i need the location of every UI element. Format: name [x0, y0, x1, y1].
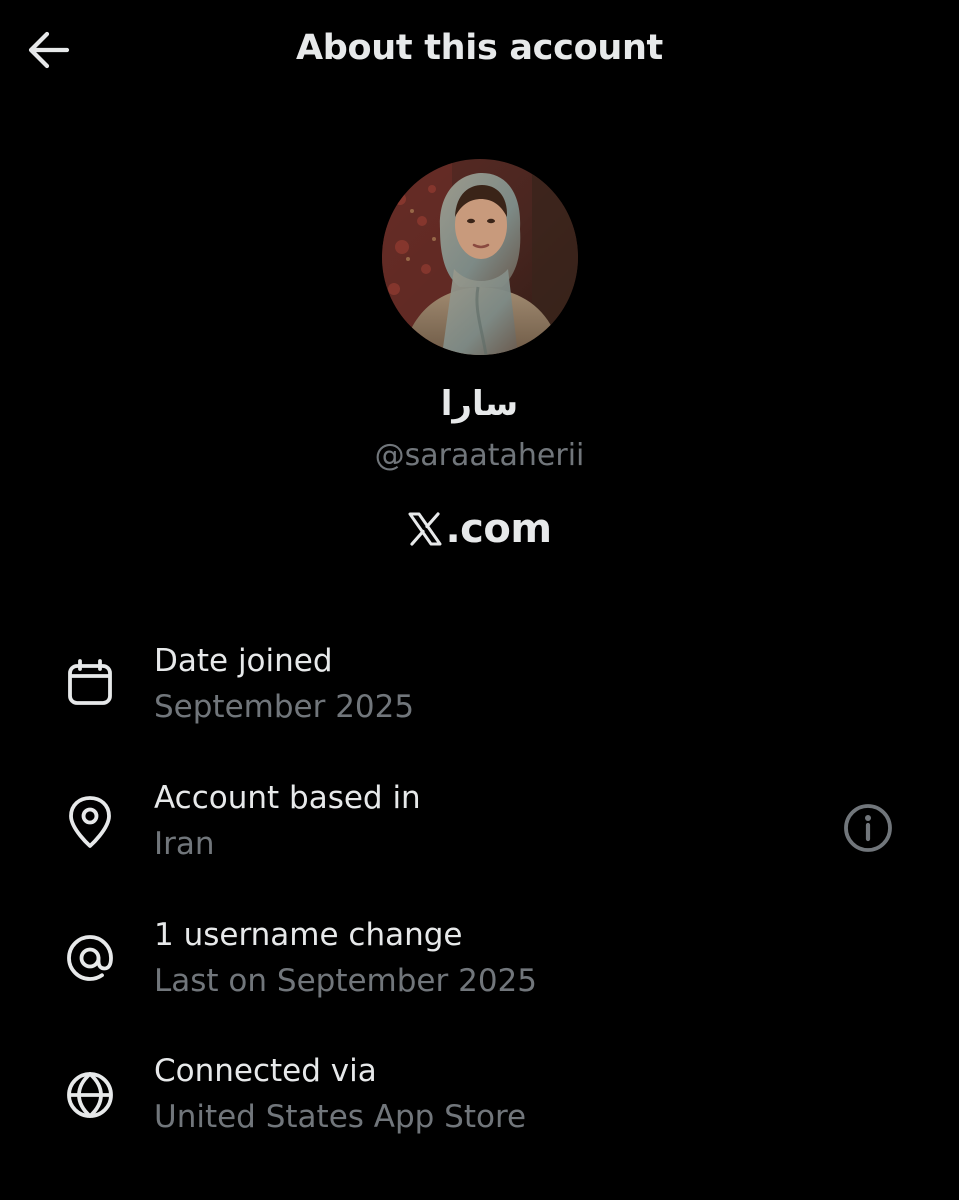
platform-name: .com [445, 506, 552, 552]
info-row-username-change: 1 username change Last on September 2025 [0, 917, 959, 1027]
info-label: Account based in [154, 780, 421, 816]
avatar-image [382, 159, 578, 355]
page-title: About this account [295, 28, 663, 68]
username-handle: @saraataherii [374, 438, 585, 473]
info-label: 1 username change [154, 917, 463, 953]
info-value: Iran [154, 826, 215, 862]
info-value: September 2025 [154, 689, 415, 725]
info-label: Date joined [154, 643, 333, 679]
info-value: United States App Store [154, 1099, 527, 1135]
info-button[interactable] [840, 800, 896, 856]
display-name: سارا [440, 384, 519, 424]
info-icon [844, 804, 892, 852]
avatar[interactable] [382, 159, 578, 355]
info-row-date-joined: Date joined September 2025 [0, 643, 959, 753]
info-label: Connected via [154, 1053, 377, 1089]
platform-brand: .com [0, 506, 959, 552]
header-bar: About this account [0, 0, 959, 100]
info-value: Last on September 2025 [154, 963, 537, 999]
at-sign-icon [64, 932, 116, 984]
calendar-icon [64, 657, 116, 709]
info-row-account-based-in: Account based in Iran [0, 780, 959, 890]
location-pin-icon [64, 796, 116, 848]
x-logo-icon [407, 511, 443, 547]
globe-icon [64, 1069, 116, 1121]
info-row-connected-via: Connected via United States App Store [0, 1053, 959, 1163]
